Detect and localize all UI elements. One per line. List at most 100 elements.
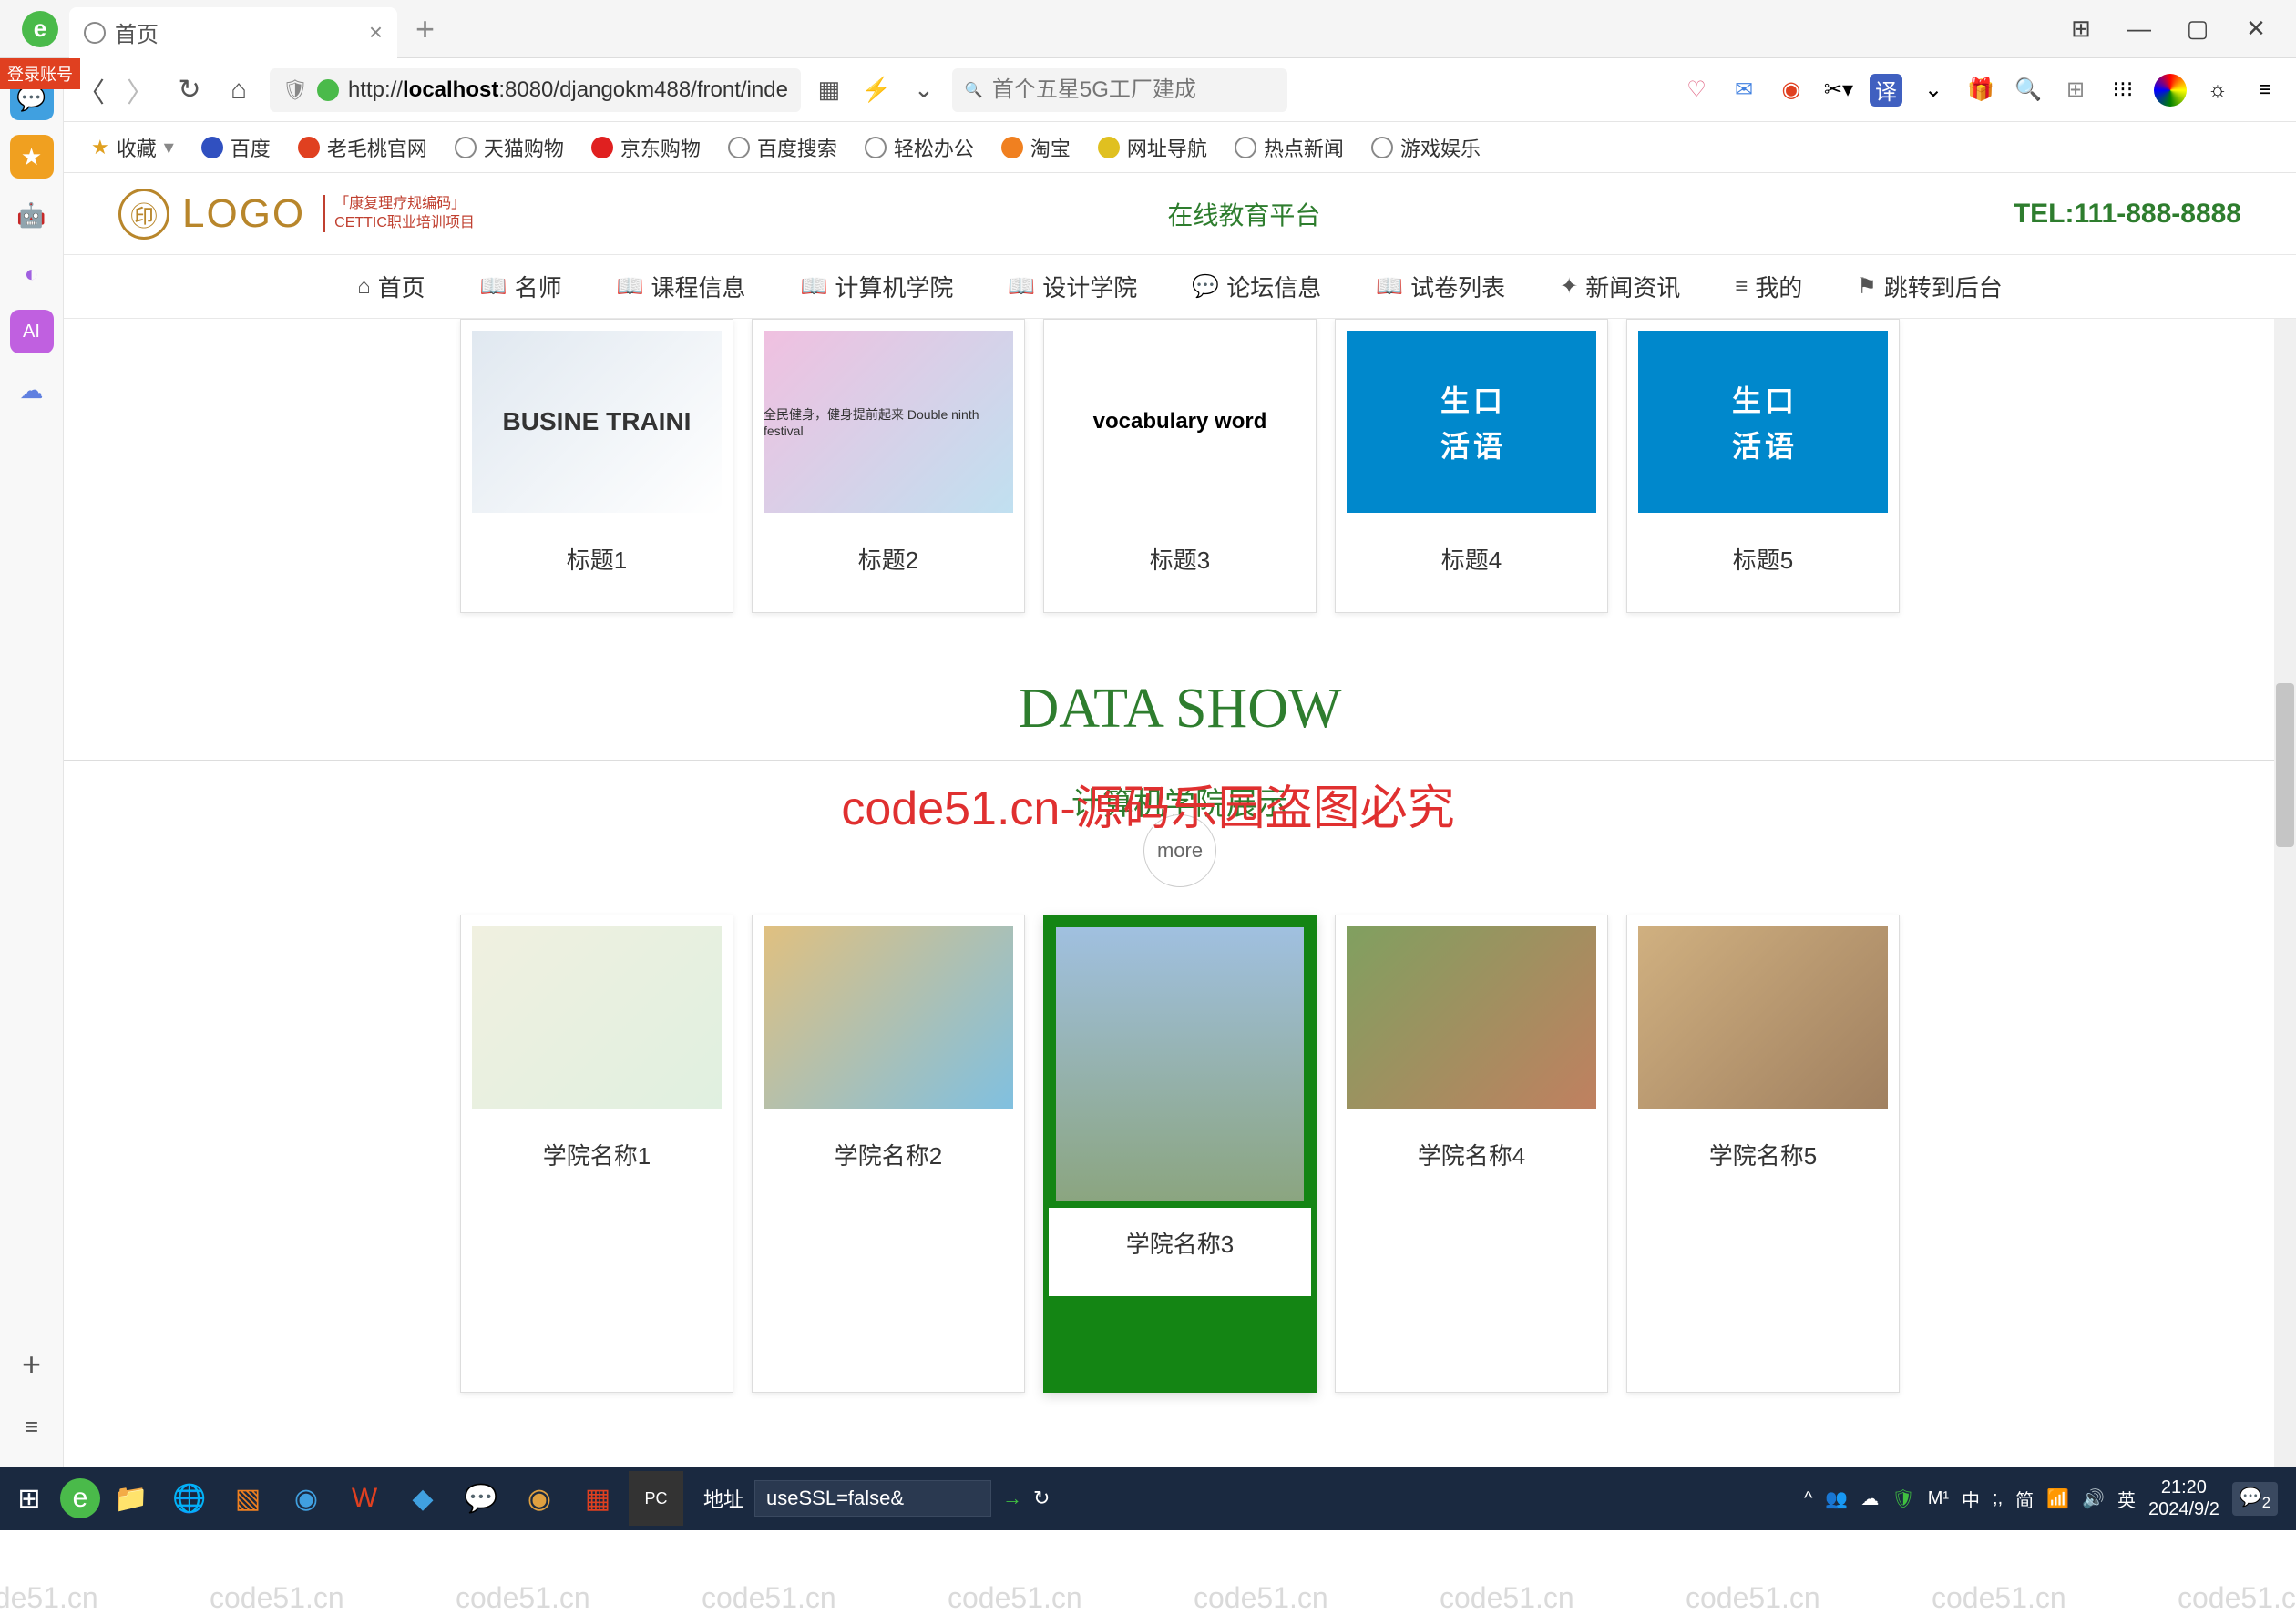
search-input[interactable] bbox=[992, 77, 1275, 103]
puzzle-icon[interactable]: ⊞ bbox=[2059, 74, 2092, 107]
tray-chevron-icon[interactable]: ^ bbox=[1804, 1488, 1812, 1509]
nav-cs[interactable]: 📖计算机学院 bbox=[801, 270, 954, 303]
sidebar-ai2-icon[interactable]: AI bbox=[10, 310, 54, 353]
taskbar-chrome-icon[interactable]: 🌐 bbox=[162, 1471, 217, 1526]
site-logo[interactable]: ㊞ LOGO 「康复理疗规编码」 CETTIC职业培训项目 bbox=[118, 189, 475, 240]
tray-cloud-icon[interactable]: ☁ bbox=[1860, 1487, 1879, 1510]
ime-indicator-4[interactable]: 简 bbox=[2015, 1486, 2034, 1512]
card-item[interactable]: 学院名称5 bbox=[1626, 915, 1900, 1393]
bookmark-laomaotao[interactable]: 老毛桃官网 bbox=[298, 133, 427, 162]
scissors-icon[interactable]: ✂▾ bbox=[1822, 74, 1855, 107]
taskbar-wps-icon[interactable]: W bbox=[337, 1471, 392, 1526]
color-circle-icon[interactable] bbox=[2154, 74, 2187, 107]
notification-button[interactable]: 💬2 bbox=[2232, 1482, 2278, 1516]
bookmark-nav[interactable]: 网址导航 bbox=[1098, 133, 1207, 162]
sidebar-add-button[interactable]: + bbox=[10, 1343, 54, 1386]
taskbar-app-icon[interactable]: ◉ bbox=[512, 1471, 567, 1526]
nav-teacher[interactable]: 📖名师 bbox=[480, 270, 562, 303]
reload-button[interactable]: ↻ bbox=[171, 72, 208, 108]
minimize-button[interactable]: — bbox=[2121, 15, 2158, 43]
bookmark-jd[interactable]: 京东购物 bbox=[591, 133, 701, 162]
browser-tab[interactable]: 首页 × bbox=[69, 7, 397, 58]
bookmark-baidu[interactable]: 百度 bbox=[201, 133, 271, 162]
chevron-down-icon[interactable]: ⌄ bbox=[908, 75, 939, 106]
qr-icon[interactable]: ▦ bbox=[814, 75, 845, 106]
taskbar-browser-icon[interactable]: e bbox=[60, 1478, 100, 1518]
card-item[interactable]: 全民健身，健身提前起来 Double ninth festival 标题2 bbox=[752, 319, 1025, 613]
theme-icon[interactable]: ☼ bbox=[2201, 74, 2234, 107]
sidebar-robot-icon[interactable]: 🤖 bbox=[10, 193, 54, 237]
login-badge[interactable]: 登录账号 bbox=[0, 58, 80, 89]
tray-shield-icon[interactable]: 🛡 bbox=[1891, 1487, 1914, 1510]
nav-home[interactable]: ⌂首页 bbox=[357, 270, 425, 303]
taskbar-clock[interactable]: 21:20 2024/9/2 bbox=[2148, 1477, 2219, 1520]
taskbar-pycharm-icon[interactable]: PC bbox=[629, 1471, 683, 1526]
ime-indicator-1[interactable]: M¹ bbox=[1928, 1488, 1949, 1509]
menu-icon[interactable]: ≡ bbox=[2249, 74, 2281, 107]
card-item-hovered[interactable]: 学院名称3 bbox=[1043, 915, 1317, 1393]
home-button[interactable]: ⌂ bbox=[220, 72, 257, 108]
tray-wifi-icon[interactable]: 📶 bbox=[2046, 1487, 2069, 1510]
taskbar-edge-icon[interactable]: ◉ bbox=[279, 1471, 333, 1526]
card-item[interactable]: 学院名称2 bbox=[752, 915, 1025, 1393]
nav-news[interactable]: ✦新闻资讯 bbox=[1560, 270, 1680, 303]
taskbar-explorer-icon[interactable]: 📁 bbox=[104, 1471, 159, 1526]
scrollbar-track[interactable] bbox=[2274, 319, 2296, 1467]
card-item[interactable]: vocabulary word 标题3 bbox=[1043, 319, 1317, 613]
nav-course[interactable]: 📖课程信息 bbox=[617, 270, 746, 303]
tab-close-button[interactable]: × bbox=[369, 18, 383, 46]
sidebar-list-icon[interactable]: ≡ bbox=[10, 1405, 54, 1448]
card-item[interactable]: 学院名称4 bbox=[1335, 915, 1608, 1393]
bookmark-tmall[interactable]: 天猫购物 bbox=[455, 133, 564, 162]
chevron-down-icon-2[interactable]: ⌄ bbox=[1917, 74, 1950, 107]
mail-icon[interactable]: ✉ bbox=[1727, 74, 1760, 107]
translate-icon[interactable]: 译 bbox=[1870, 74, 1902, 107]
tray-people-icon[interactable]: 👥 bbox=[1825, 1487, 1848, 1510]
nav-mine[interactable]: ≡我的 bbox=[1735, 270, 1802, 303]
ime-indicator-2[interactable]: 中 bbox=[1962, 1486, 1980, 1512]
magnify-icon[interactable]: 🔍 bbox=[2012, 74, 2045, 107]
bookmark-office[interactable]: 轻松办公 bbox=[865, 133, 974, 162]
card-item[interactable]: 学院名称1 bbox=[460, 915, 733, 1393]
nav-admin[interactable]: ⚑跳转到后台 bbox=[1857, 270, 2003, 303]
taskbar-go-button[interactable]: → bbox=[1002, 1487, 1022, 1510]
bookmark-baidusearch[interactable]: 百度搜索 bbox=[728, 133, 837, 162]
sidebar-cloud-icon[interactable]: ☁ bbox=[10, 368, 54, 412]
bookmark-games[interactable]: 游戏娱乐 bbox=[1371, 133, 1481, 162]
card-item[interactable]: 生口活语 标题5 bbox=[1626, 319, 1900, 613]
taskbar-dingtalk-icon[interactable]: ◆ bbox=[395, 1471, 450, 1526]
bookmark-news[interactable]: 热点新闻 bbox=[1235, 133, 1344, 162]
start-button[interactable]: ⊞ bbox=[2, 1471, 56, 1526]
weibo-icon[interactable]: ◉ bbox=[1775, 74, 1808, 107]
taskbar-sublime-icon[interactable]: ▧ bbox=[220, 1471, 275, 1526]
favorites-button[interactable]: ★收藏▾ bbox=[91, 133, 174, 162]
layout-icon[interactable]: ⊞ bbox=[2063, 15, 2099, 43]
maximize-button[interactable]: ▢ bbox=[2179, 15, 2216, 43]
card-item[interactable]: BUSINE TRAINI 标题1 bbox=[460, 319, 733, 613]
forward-button[interactable]: 〉 bbox=[122, 72, 159, 108]
heart-icon[interactable]: ♡ bbox=[1680, 74, 1713, 107]
nav-forum[interactable]: 💬论坛信息 bbox=[1192, 270, 1321, 303]
scrollbar-thumb[interactable] bbox=[2276, 683, 2294, 847]
nav-design[interactable]: 📖设计学院 bbox=[1008, 270, 1137, 303]
ime-indicator-3[interactable]: ;, bbox=[1993, 1488, 2003, 1509]
flash-icon[interactable]: ⚡ bbox=[861, 75, 892, 106]
sidebar-ai-icon[interactable]: ◐ bbox=[10, 251, 54, 295]
bookmark-taobao[interactable]: 淘宝 bbox=[1001, 133, 1071, 162]
taskbar-wechat-icon[interactable]: 💬 bbox=[454, 1471, 508, 1526]
close-window-button[interactable]: ✕ bbox=[2238, 15, 2274, 43]
card-item[interactable]: 生口活语 标题4 bbox=[1335, 319, 1608, 613]
ime-indicator-5[interactable]: 英 bbox=[2117, 1486, 2136, 1512]
taskbar-refresh-button[interactable]: ↻ bbox=[1033, 1487, 1050, 1510]
new-tab-button[interactable]: + bbox=[415, 10, 435, 48]
content-scroll[interactable]: BUSINE TRAINI 标题1 全民健身，健身提前起来 Double nin… bbox=[64, 319, 2296, 1467]
search-box[interactable]: 🔍 bbox=[952, 68, 1287, 112]
tray-volume-icon[interactable]: 🔊 bbox=[2082, 1487, 2105, 1510]
sidebar-star-icon[interactable]: ★ bbox=[10, 135, 54, 179]
taskbar-address-input[interactable] bbox=[754, 1480, 991, 1517]
taskbar-app2-icon[interactable]: ▦ bbox=[570, 1471, 625, 1526]
apps-icon[interactable]: ⁝⁝⁝ bbox=[2106, 74, 2139, 107]
nav-exam[interactable]: 📖试卷列表 bbox=[1376, 270, 1505, 303]
gift-icon[interactable]: 🎁 bbox=[1964, 74, 1997, 107]
url-input[interactable]: 🛡 http://localhost:8080/djangokm488/fron… bbox=[270, 68, 801, 112]
